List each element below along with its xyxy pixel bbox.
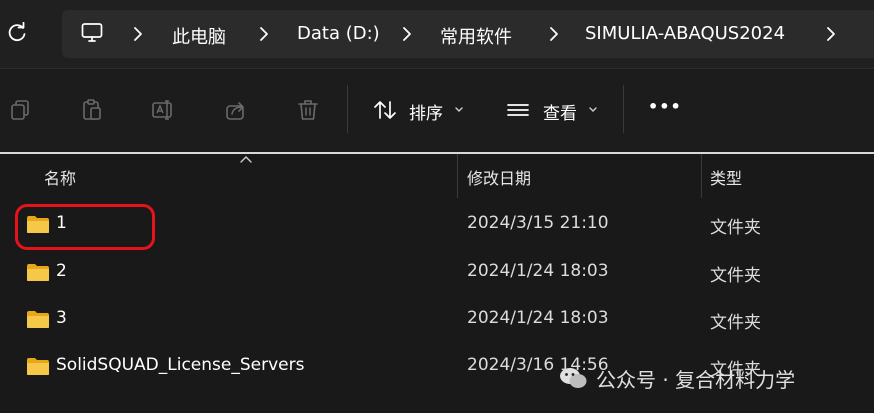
file-modified: 2024/1/24 18:03 xyxy=(467,261,609,281)
share-icon xyxy=(226,102,244,120)
clipboard-icon xyxy=(83,99,101,120)
chevron-right-icon xyxy=(827,27,835,41)
rename-button[interactable] xyxy=(149,95,179,125)
breadcrumb-separator[interactable] xyxy=(132,24,144,44)
column-resize-handle[interactable] xyxy=(701,154,702,198)
breadcrumb-simulia-abaqus[interactable]: SIMULIA-ABAQUS2024 xyxy=(585,23,785,44)
breadcrumb-separator[interactable] xyxy=(401,24,413,44)
folder-icon xyxy=(27,358,49,375)
address-bar[interactable]: 此电脑 Data (D:) 常用软件 SIMULIA-ABAQUS2024 xyxy=(62,10,874,58)
file-type: 文件夹 xyxy=(710,266,761,286)
watermark: 公众号 · 复合材料力学 xyxy=(558,364,795,392)
share-button[interactable] xyxy=(221,95,251,125)
address-row: 此电脑 Data (D:) 常用软件 SIMULIA-ABAQUS2024 xyxy=(0,0,874,68)
file-modified: 2024/3/15 21:10 xyxy=(467,213,609,233)
view-label[interactable]: 查看 xyxy=(543,99,577,124)
copy-button[interactable] xyxy=(5,95,35,125)
folder-icon xyxy=(27,216,49,233)
file-row-1[interactable]: 1 2024/3/15 21:10 文件夹 xyxy=(0,200,874,248)
chevron-right-icon xyxy=(403,27,411,41)
breadcrumb-common-software[interactable]: 常用软件 xyxy=(440,23,512,49)
file-type: 文件夹 xyxy=(710,313,761,333)
this-pc-button[interactable] xyxy=(80,21,104,50)
more-options-button[interactable]: ••• xyxy=(648,97,682,116)
sort-button[interactable] xyxy=(370,95,400,125)
sort-ascending-icon xyxy=(240,156,252,163)
delete-button[interactable] xyxy=(293,95,323,125)
refresh-icon xyxy=(8,22,26,42)
file-row-3[interactable]: 3 2024/1/24 18:03 文件夹 xyxy=(0,295,874,343)
breadcrumb-this-pc[interactable]: 此电脑 xyxy=(172,23,226,49)
sort-label[interactable]: 排序 xyxy=(409,99,443,124)
chevron-right-icon xyxy=(134,27,142,41)
toolbar-separator xyxy=(623,85,624,133)
view-list-icon xyxy=(507,104,529,116)
column-header: 名称 修改日期 类型 xyxy=(0,154,874,198)
refresh-button[interactable] xyxy=(2,18,32,48)
chevron-right-icon xyxy=(550,27,558,41)
column-modified[interactable]: 修改日期 xyxy=(467,165,531,189)
paste-button[interactable] xyxy=(77,95,107,125)
folder-icon xyxy=(27,311,49,328)
command-bar: 排序 查看 ••• xyxy=(0,68,874,152)
rename-icon xyxy=(152,100,172,120)
copy-icon xyxy=(11,100,29,120)
column-resize-handle[interactable] xyxy=(457,154,458,198)
toolbar-separator xyxy=(347,85,348,133)
view-button[interactable] xyxy=(503,95,533,125)
sort-arrows-icon xyxy=(374,101,396,119)
chevron-down-icon[interactable] xyxy=(588,105,598,115)
column-type[interactable]: 类型 xyxy=(710,165,742,189)
file-name: 1 xyxy=(56,213,67,233)
file-name: SolidSQUAD_License_Servers xyxy=(56,355,305,375)
monitor-icon xyxy=(81,23,103,42)
column-name[interactable]: 名称 xyxy=(44,165,76,189)
breadcrumb-separator[interactable] xyxy=(258,24,270,44)
folder-icon xyxy=(27,264,49,281)
chevron-right-icon xyxy=(260,27,268,41)
breadcrumb-data-drive[interactable]: Data (D:) xyxy=(297,23,380,44)
file-name: 2 xyxy=(56,261,67,281)
file-type: 文件夹 xyxy=(710,218,761,238)
file-modified: 2024/1/24 18:03 xyxy=(467,308,609,328)
breadcrumb-separator[interactable] xyxy=(548,24,560,44)
trash-icon xyxy=(298,100,318,120)
file-row-2[interactable]: 2 2024/1/24 18:03 文件夹 xyxy=(0,248,874,296)
file-name: 3 xyxy=(56,308,67,328)
watermark-text: 公众号 · 复合材料力学 xyxy=(596,367,796,392)
breadcrumb-separator[interactable] xyxy=(825,24,837,44)
wechat-icon xyxy=(560,368,587,388)
chevron-down-icon[interactable] xyxy=(454,105,464,115)
